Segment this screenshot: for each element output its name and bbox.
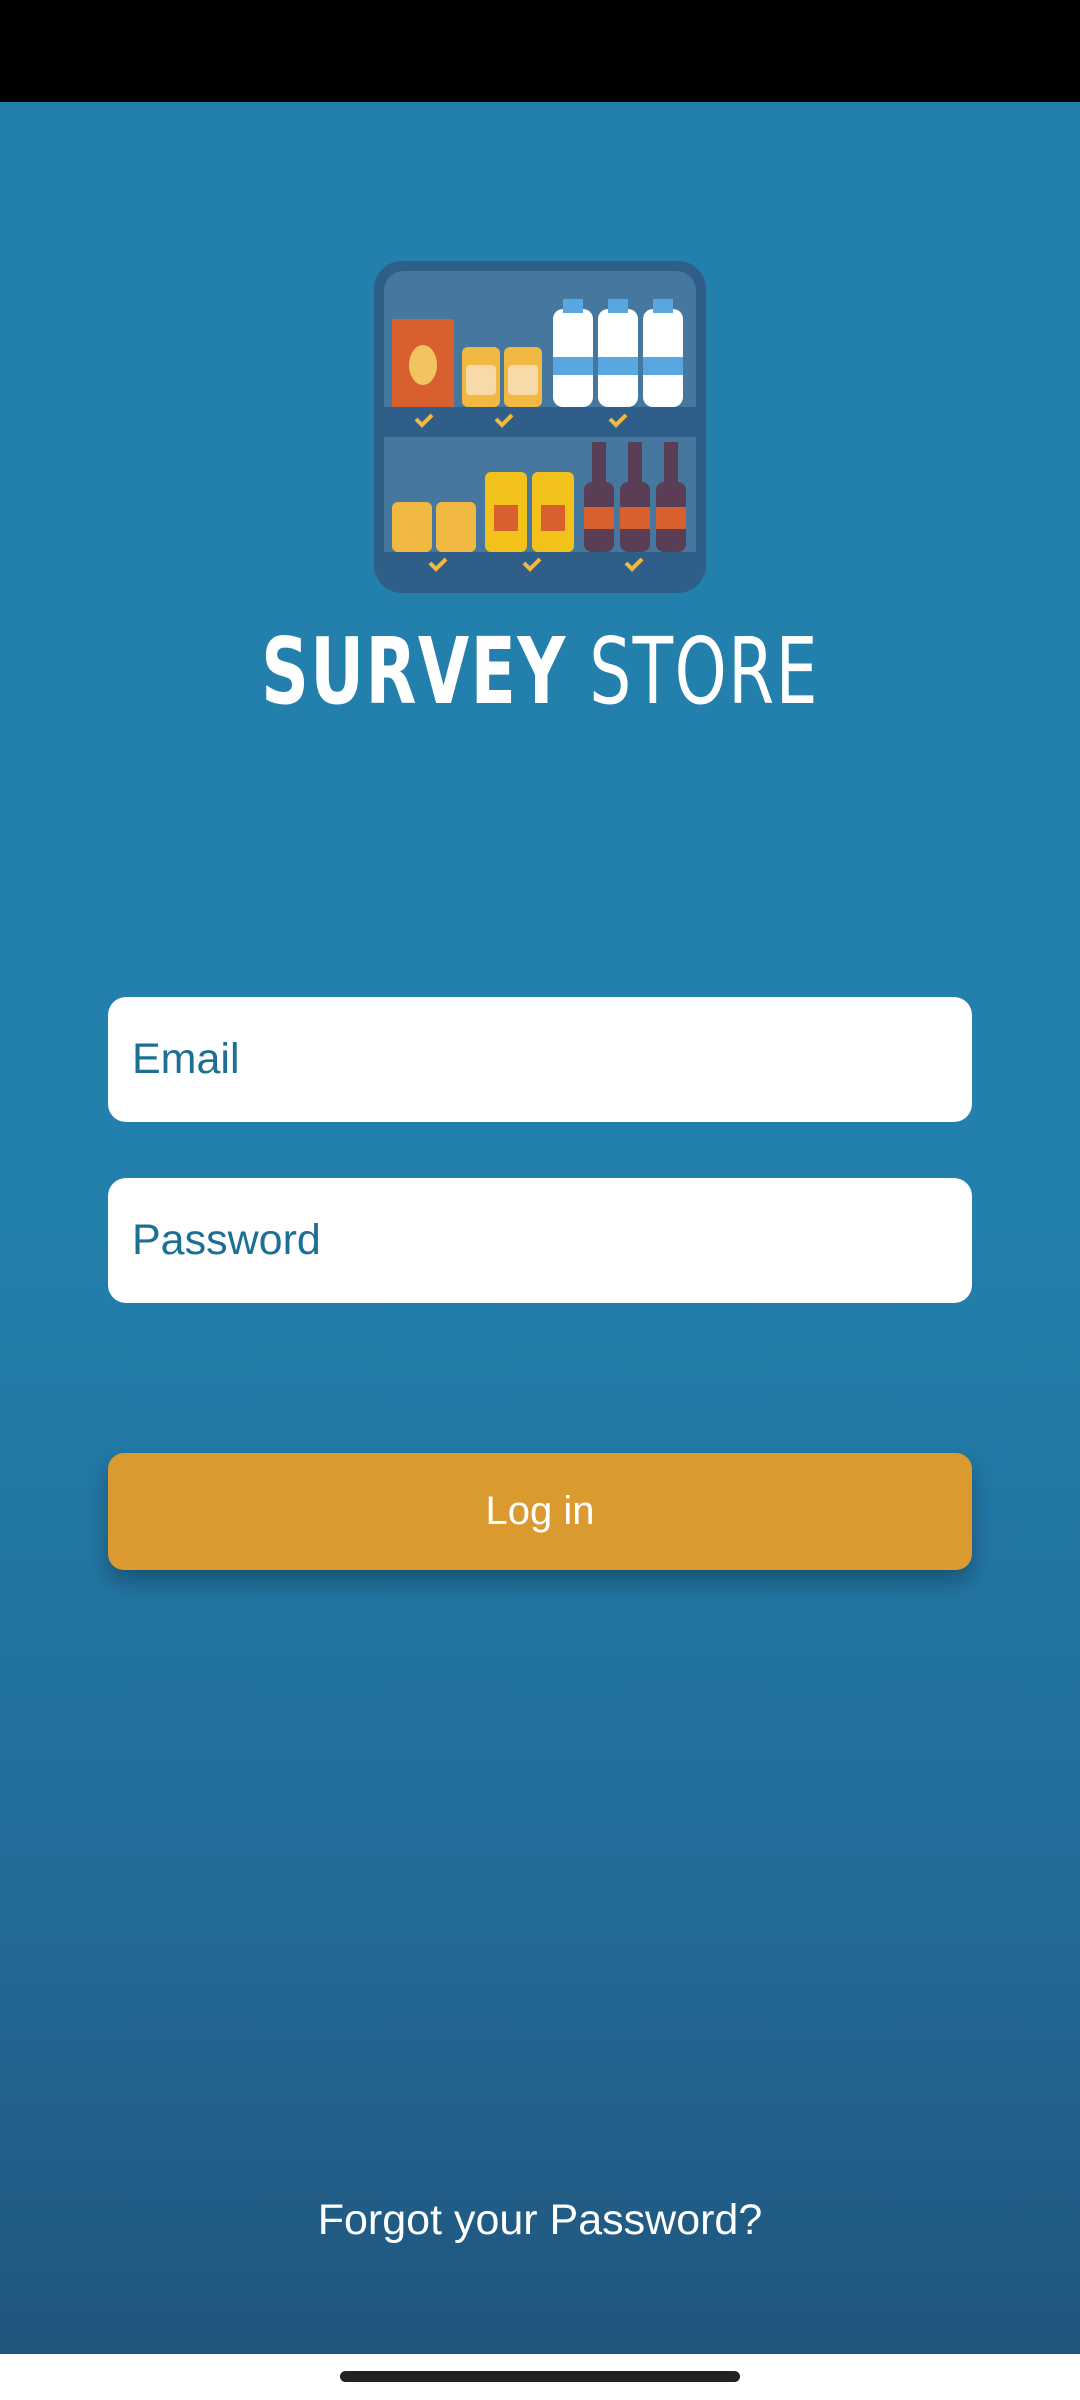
email-field[interactable] [108, 997, 972, 1122]
home-indicator[interactable] [340, 2371, 740, 2382]
store-shelf-icon [374, 261, 706, 593]
login-button[interactable]: Log in [108, 1453, 972, 1570]
brand-title-bold: SURVEY [261, 618, 567, 725]
status-bar [0, 0, 1080, 102]
forgot-password-link[interactable]: Forgot your Password? [0, 2190, 1080, 2250]
brand-title: SURVEY STORE [151, 617, 929, 727]
password-field[interactable] [108, 1178, 972, 1303]
email-input[interactable] [130, 1034, 972, 1085]
brand-title-light: STORE [589, 618, 819, 725]
password-input[interactable] [130, 1215, 972, 1266]
